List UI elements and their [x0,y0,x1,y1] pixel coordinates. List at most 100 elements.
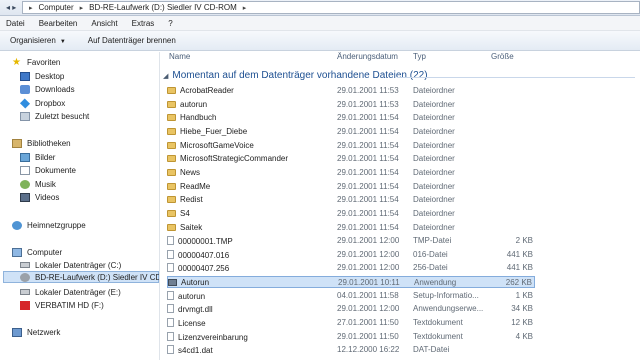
file-name-cell: S4 [167,209,190,218]
chevron-down-icon: ▼ [59,39,66,45]
column-type[interactable]: Typ [413,52,426,66]
pictures-icon [20,152,30,162]
nav-label: Lokaler Datenträger (E:) [35,287,121,297]
table-row[interactable]: S4 29.01.2001 11:54 Dateiordner [167,208,535,220]
nav-label: Musik [35,179,56,189]
file-size: 4 KB [515,331,533,341]
table-row[interactable]: MicrosoftGameVoice 29.01.2001 11:54 Dateio… [167,140,535,152]
file-date: 29.01.2001 11:54 [337,222,399,232]
nav-drive-c[interactable]: Lokaler Datenträger (C:) [20,259,121,271]
folder-icon [167,141,176,149]
nav-documents[interactable]: Dokumente [20,164,76,176]
file-icon [167,263,174,273]
table-row[interactable]: AcrobatReader 29.01.2001 11:53 Dateiordner [167,85,535,97]
nav-drive-e[interactable]: Lokaler Datenträger (E:) [20,286,121,298]
file-type: Textdokument [413,318,463,328]
application-icon [168,279,177,287]
nav-videos[interactable]: Videos [20,191,59,203]
nav-label: Heimnetzgruppe [27,220,86,230]
nav-homegroup[interactable]: Heimnetzgruppe [12,219,86,231]
table-row[interactable]: drvmgt.dll 29.01.2001 12:00 Anwendungserwe… [167,303,535,315]
nav-label: Bibliotheken [27,138,71,148]
file-name-cell: autorun [167,100,207,109]
table-row[interactable]: Autorun 29.01.2001 10:11 Anwendung 262 KB [167,276,535,289]
column-date[interactable]: Änderungsdatum [337,52,398,66]
folder-icon [167,182,176,190]
nav-network[interactable]: Netzwerk [12,326,60,338]
file-name-cell: Handbuch [167,113,216,122]
file-name-cell: 00000407.256 [167,263,229,273]
nav-pictures[interactable]: Bilder [20,151,55,163]
chevron-right-icon[interactable]: ▸ [29,4,33,12]
file-date: 29.01.2001 11:54 [337,167,399,177]
column-size[interactable]: Größe [491,52,514,66]
menu-datei[interactable]: Datei [6,19,25,28]
file-name-cell: News [167,168,200,177]
file-name-cell: autorun [167,290,205,301]
table-row[interactable]: License 27.01.2001 11:50 Textdokument 12 KB [167,317,535,329]
breadcrumb-drive[interactable]: BD-RE-Laufwerk (D:) Siedler IV CD-ROM [89,3,237,12]
file-name: MicrosoftGameVoice [180,140,254,150]
menu-bearbeiten[interactable]: Bearbeiten [39,19,78,28]
back-arrow-icon[interactable]: ◂ ▸ [6,3,16,12]
table-row[interactable]: Lizenzvereinbarung 29.01.2001 11:50 Textdo… [167,331,535,343]
cd-drive-icon [20,272,30,282]
nav-label: Lokaler Datenträger (C:) [35,260,122,270]
nav-drive-f[interactable]: VERBATIM HD (F:) [20,299,104,311]
file-name-cell: drvmgt.dll [167,304,213,314]
table-row[interactable]: s4cd1.dat 12.12.2000 16:22 DAT-Datei [167,344,535,356]
nav-dropbox[interactable]: Dropbox [19,97,65,109]
address-box[interactable]: ▸ Computer ▸ BD-RE-Laufwerk (D:) Siedler… [22,1,640,14]
file-date: 12.12.2000 16:22 [337,345,400,355]
homegroup-icon [12,220,22,230]
file-name: Lizenzvereinbarung [178,332,248,342]
nav-music[interactable]: Musik [20,178,56,190]
nav-label: Favoriten [27,57,61,67]
nav-desktop[interactable]: Desktop [20,70,64,82]
organize-button[interactable]: Organisieren ▼ [10,36,66,45]
table-row[interactable]: MicrosoftStrategicCommander 29.01.2001 11… [167,153,535,165]
file-list: Name Änderungsdatum Typ Größe ◢ Momentan … [161,52,640,360]
file-name-cell: 00000001.TMP [167,236,233,246]
table-row[interactable]: Hiebe_Fuer_Diebe 29.01.2001 11:54 Dateiord… [167,126,535,138]
table-row[interactable]: Saitek 29.01.2001 11:54 Dateiordner [167,222,535,234]
nav-favorites[interactable]: ★ Favoriten [12,56,60,68]
menu-help[interactable]: ? [168,19,172,28]
file-date: 04.01.2001 11:58 [337,290,399,300]
file-type: Dateiordner [413,86,455,95]
table-row[interactable]: Handbuch 29.01.2001 11:54 Dateiordner [167,112,535,124]
file-date: 27.01.2001 11:50 [337,318,399,328]
chevron-right-icon[interactable]: ▸ [243,4,247,12]
nav-downloads[interactable]: Downloads [20,83,75,95]
table-row[interactable]: autorun 04.01.2001 11:58 Setup-Informatio.… [167,290,535,302]
documents-icon [20,165,30,175]
navigation-pane: ★ Favoriten Desktop Downloads Dropbox Zul… [0,52,160,360]
column-name[interactable]: Name [169,52,190,66]
nav-drive-d[interactable]: BD-RE-Laufwerk (D:) Siedler IV CD-R [3,271,159,283]
file-size: 1 KB [515,290,533,300]
table-row[interactable]: 00000407.256 29.01.2001 12:00 256-Datei 441… [167,262,535,274]
table-row[interactable]: autorun 29.01.2001 11:53 Dateiordner [167,99,535,111]
table-row[interactable]: ReadMe 29.01.2001 11:54 Dateiordner [167,181,535,193]
nav-libraries[interactable]: Bibliotheken [12,137,71,149]
menu-ansicht[interactable]: Ansicht [91,19,117,28]
star-icon: ★ [12,56,21,68]
file-name: S4 [180,208,190,218]
table-row[interactable]: 00000001.TMP 29.01.2001 12:00 TMP-Datei 2 K… [167,235,535,247]
table-row[interactable]: 00000407.016 29.01.2001 12:00 016-Datei 441… [167,249,535,261]
table-row[interactable]: Redist 29.01.2001 11:54 Dateiordner [167,194,535,206]
file-name: autorun [180,99,208,109]
burn-button[interactable]: Auf Datenträger brennen [88,36,176,45]
chevron-right-icon[interactable]: ▸ [80,4,84,12]
table-row[interactable]: News 29.01.2001 11:54 Dateiordner [167,167,535,179]
dropbox-icon [19,97,31,109]
file-date: 29.01.2001 12:00 [337,236,400,246]
nav-computer[interactable]: Computer [12,246,62,258]
file-name: 00000407.016 [178,250,230,260]
file-name: License [178,319,206,329]
address-bar: ◂ ▸ ▸ Computer ▸ BD-RE-Laufwerk (D:) Sie… [0,0,640,16]
nav-recent[interactable]: Zuletzt besucht [20,110,89,122]
breadcrumb-computer[interactable]: Computer [39,3,74,12]
menu-extras[interactable]: Extras [132,19,155,28]
file-date: 29.01.2001 12:00 [337,249,400,259]
